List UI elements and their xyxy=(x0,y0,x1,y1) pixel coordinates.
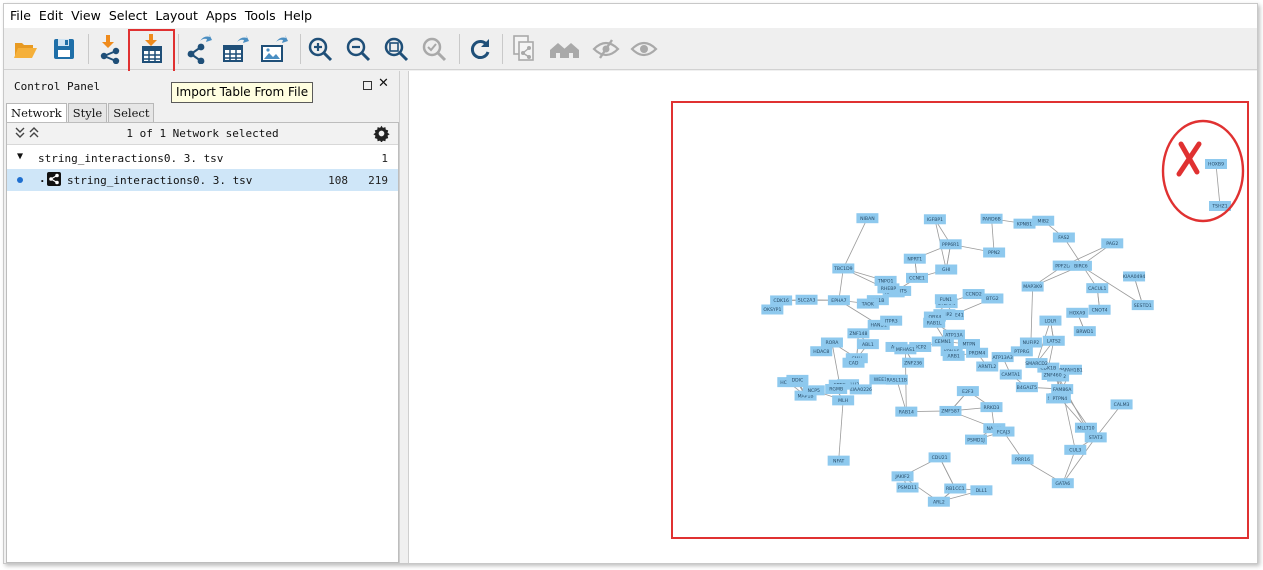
export-network-icon xyxy=(187,34,212,64)
open-session-button[interactable] xyxy=(10,33,42,65)
hide-selected-button[interactable] xyxy=(590,33,622,65)
import-network-icon xyxy=(100,35,120,64)
gear-icon[interactable] xyxy=(373,125,390,145)
tab-select[interactable]: Select xyxy=(108,103,155,122)
network-row[interactable]: . string_interactions0. 3. tsv 108 219 xyxy=(7,169,398,191)
export-image-button[interactable] xyxy=(258,33,290,65)
refresh-icon xyxy=(470,39,490,59)
zoom-fit-icon xyxy=(384,37,409,62)
menu-tools[interactable]: Tools xyxy=(241,4,280,28)
menu-bar: File Edit View Select Layout Apps Tools … xyxy=(4,4,1257,28)
menu-help[interactable]: Help xyxy=(280,4,317,28)
float-panel-icon[interactable] xyxy=(363,81,372,90)
network-edge-count: 219 xyxy=(368,174,388,187)
home-icon xyxy=(550,43,579,58)
export-network-button[interactable] xyxy=(182,33,214,65)
zoom-selected-icon xyxy=(422,37,447,62)
zoom-selected-button[interactable] xyxy=(418,33,450,65)
zoom-fit-button[interactable] xyxy=(380,33,412,65)
export-table-icon xyxy=(223,35,249,62)
menu-apps[interactable]: Apps xyxy=(202,4,241,28)
export-table-button[interactable] xyxy=(220,33,252,65)
control-panel-title: Control Panel xyxy=(14,80,101,93)
cytoscape-window: File Edit View Select Layout Apps Tools … xyxy=(3,3,1258,564)
tab-style[interactable]: Style xyxy=(67,103,108,122)
show-all-button[interactable] xyxy=(628,33,660,65)
zoom-in-icon xyxy=(308,37,333,62)
control-panel-tabs: Network Style Select xyxy=(6,103,155,123)
folder-open-icon xyxy=(14,43,37,58)
export-image-icon xyxy=(261,35,288,62)
eye-icon xyxy=(630,41,658,57)
collection-name: string_interactions0. 3. tsv xyxy=(38,152,224,165)
network-selection-summary: 1 of 1 Network selected xyxy=(126,127,279,140)
eye-slash-icon xyxy=(592,39,620,59)
network-collection-row[interactable]: ▼ string_interactions0. 3. tsv 1 xyxy=(7,147,398,169)
zoom-out-button[interactable] xyxy=(342,33,374,65)
tab-network[interactable]: Network xyxy=(6,103,67,123)
menu-select[interactable]: Select xyxy=(105,4,152,28)
show-home-button[interactable] xyxy=(549,33,581,65)
save-icon xyxy=(54,39,74,59)
network-annotation-frame xyxy=(671,101,1249,539)
import-network-button[interactable] xyxy=(94,33,126,65)
network-toolbar: 1 of 1 Network selected xyxy=(7,123,398,145)
toolbar xyxy=(4,28,1257,70)
import-table-highlight xyxy=(128,29,175,75)
new-network-from-selection-button[interactable] xyxy=(508,33,540,65)
close-icon[interactable]: ✕ xyxy=(378,76,389,91)
zoom-out-icon xyxy=(346,37,371,62)
network-panel: 1 of 1 Network selected ▼ string_interac… xyxy=(6,122,399,563)
current-network-dot-icon xyxy=(17,177,23,183)
menu-file[interactable]: File xyxy=(6,4,35,28)
network-name: string_interactions0. 3. tsv xyxy=(67,174,253,187)
menu-edit[interactable]: Edit xyxy=(35,4,67,28)
copy-network-icon xyxy=(513,35,534,61)
collection-count: 1 xyxy=(381,152,388,165)
control-panel: Control Panel ✕ Network Style Select 1 o… xyxy=(4,71,400,563)
zoom-in-button[interactable] xyxy=(304,33,336,65)
save-session-button[interactable] xyxy=(48,33,80,65)
menu-view[interactable]: View xyxy=(67,4,105,28)
network-share-icon xyxy=(47,172,61,189)
network-node-count: 108 xyxy=(328,174,348,187)
menu-layout[interactable]: Layout xyxy=(151,4,202,28)
network-canvas[interactable]: HOXB9TSHZ1RORADYNC1LI2KIF1BBHLHE41STEAP4… xyxy=(408,71,1257,563)
import-table-tooltip: Import Table From File xyxy=(171,82,314,103)
collapse-triangle-icon[interactable]: ▼ xyxy=(17,151,23,162)
apply-style-button[interactable] xyxy=(464,33,496,65)
